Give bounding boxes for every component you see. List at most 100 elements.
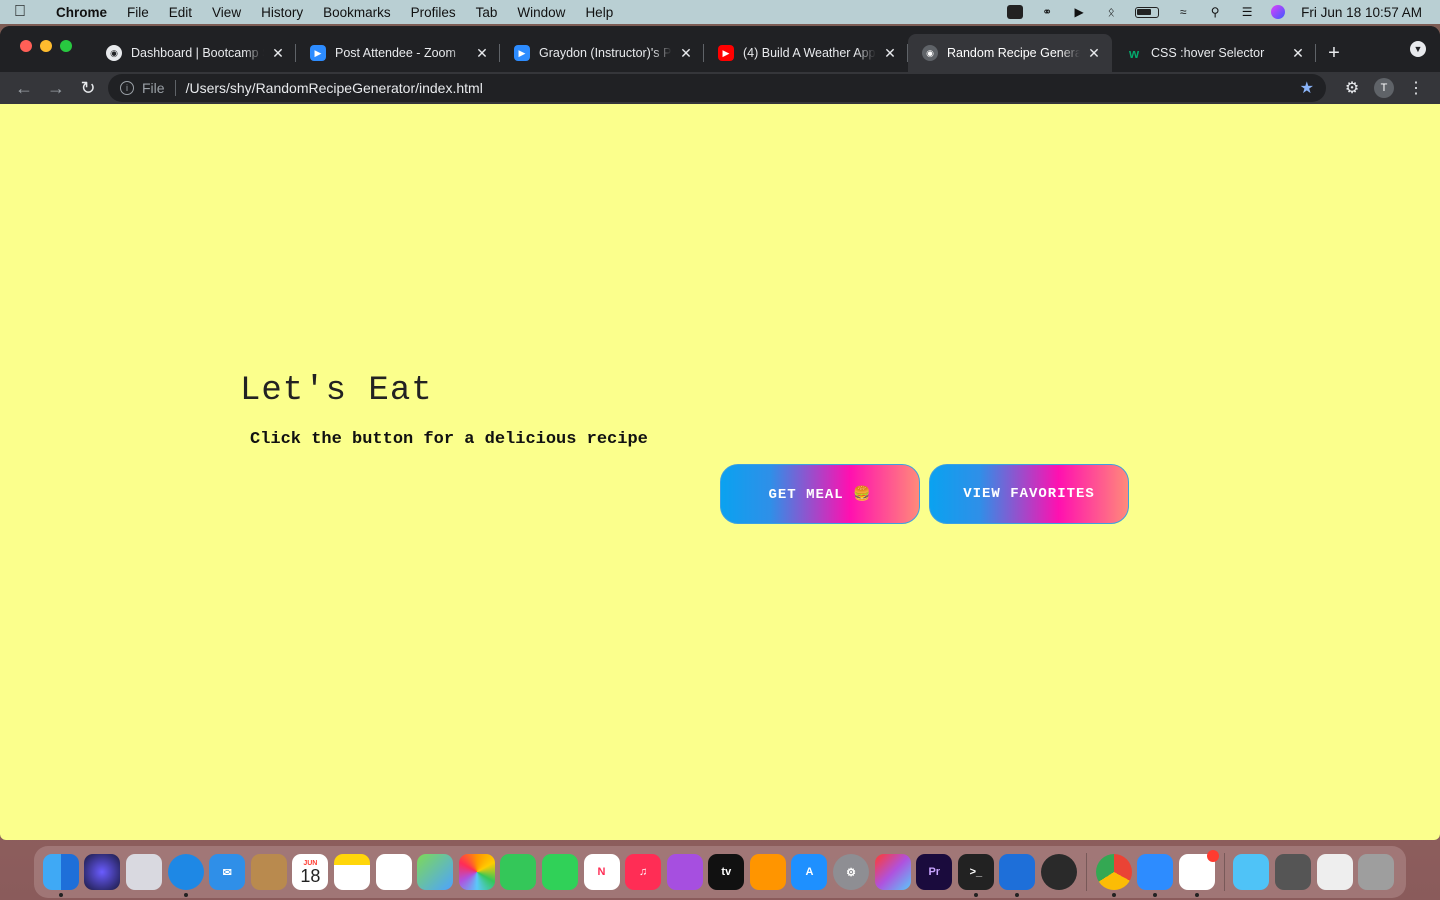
news-icon[interactable]: N: [583, 854, 620, 890]
tab-strip: ◉ Dashboard | Bootcamp Spot ✕ ▶ Post Att…: [0, 26, 1440, 72]
extensions-puzzle-icon[interactable]: ⚙: [1336, 74, 1368, 102]
tab-dashboard[interactable]: ◉ Dashboard | Bootcamp Spot ✕: [92, 34, 296, 72]
macos-dock: ✉ JUN 18 N ♫ tv A ⚙ Pr >_: [34, 846, 1406, 898]
apple-menu-icon[interactable]: : [0, 3, 40, 21]
safari-icon[interactable]: [167, 854, 204, 897]
apple-tv-icon[interactable]: tv: [708, 854, 745, 890]
books-icon[interactable]: [749, 854, 786, 890]
close-tab-icon[interactable]: ✕: [882, 45, 898, 62]
tab-css-hover-selector[interactable]: w CSS :hover Selector ✕: [1112, 34, 1316, 72]
tab-title: CSS :hover Selector: [1151, 46, 1265, 60]
messages-icon[interactable]: [500, 854, 537, 890]
close-tab-icon[interactable]: ✕: [270, 45, 286, 62]
app-store-icon[interactable]: A: [791, 854, 828, 890]
creative-cloud-tray-icon[interactable]: ⚭: [1039, 5, 1055, 19]
slack-icon[interactable]: [1178, 850, 1219, 897]
menu-help[interactable]: Help: [575, 5, 623, 20]
menubar-status-area: ⚭ ▶ ᛟ ≈ ⚲ ☰ Fri Jun 18 10:57 AM: [1007, 5, 1440, 20]
finder-icon[interactable]: [42, 854, 79, 897]
macos-menubar:  Chrome File Edit View History Bookmark…: [0, 0, 1440, 24]
menu-window[interactable]: Window: [507, 5, 575, 20]
profile-button[interactable]: T: [1368, 74, 1400, 102]
bluetooth-icon[interactable]: ᛟ: [1103, 5, 1119, 19]
view-favorites-button[interactable]: VIEW FAVORITES: [929, 464, 1129, 524]
spotlight-search-icon[interactable]: ⚲: [1207, 5, 1223, 19]
battery-icon[interactable]: [1135, 6, 1160, 18]
vscode-icon[interactable]: [999, 854, 1036, 897]
tab-random-recipe-generator[interactable]: ◉ Random Recipe Generator ✕: [908, 34, 1112, 72]
browser-toolbar: ← → ↻ i File /Users/shy/RandomRecipeGene…: [0, 72, 1440, 104]
dock-separator: [1085, 853, 1087, 891]
menu-edit[interactable]: Edit: [159, 5, 202, 20]
page-icon: ◉: [922, 45, 938, 61]
maps-icon[interactable]: [417, 854, 454, 890]
reminders-icon[interactable]: [375, 854, 412, 890]
menu-history[interactable]: History: [251, 5, 313, 20]
kebab-menu-icon[interactable]: ⋮: [1400, 74, 1432, 102]
forward-arrow-icon[interactable]: →: [40, 74, 72, 102]
launchpad-icon[interactable]: [125, 854, 162, 890]
chrome-icon[interactable]: [1095, 854, 1132, 897]
window-controls: [20, 40, 72, 52]
close-tab-icon[interactable]: ✕: [1086, 45, 1102, 62]
tab-search-chevron-icon[interactable]: ▼: [1410, 41, 1426, 57]
tab-post-attendee-zoom[interactable]: ▶ Post Attendee - Zoom ✕: [296, 34, 500, 72]
siri-icon[interactable]: [1271, 5, 1286, 19]
address-bar[interactable]: i File /Users/shy/RandomRecipeGenerator/…: [108, 74, 1326, 102]
notes-icon[interactable]: [333, 854, 370, 890]
menu-bookmarks[interactable]: Bookmarks: [313, 5, 401, 20]
menu-file[interactable]: File: [117, 5, 159, 20]
folder-icon[interactable]: [1233, 854, 1270, 890]
calendar-day: 18: [300, 865, 321, 886]
close-tab-icon[interactable]: ✕: [474, 45, 490, 62]
page-viewport: Let's Eat Click the button for a delicio…: [0, 104, 1440, 840]
menubar-clock[interactable]: Fri Jun 18 10:57 AM: [1301, 5, 1422, 20]
zoom-tray-icon[interactable]: [1007, 5, 1024, 19]
podcasts-icon[interactable]: [666, 854, 703, 890]
close-tab-icon[interactable]: ✕: [678, 45, 694, 62]
info-icon[interactable]: i: [120, 81, 134, 95]
facetime-icon[interactable]: [541, 854, 578, 890]
wifi-icon[interactable]: ≈: [1175, 5, 1191, 19]
window-maximize-button[interactable]: [60, 40, 72, 52]
terminal-icon[interactable]: >_: [957, 854, 994, 897]
menu-profiles[interactable]: Profiles: [401, 5, 466, 20]
play-tray-icon[interactable]: ▶: [1071, 5, 1087, 19]
contacts-icon[interactable]: [250, 854, 287, 890]
creative-cloud-icon[interactable]: [874, 854, 911, 890]
system-preferences-icon[interactable]: ⚙: [833, 854, 870, 890]
reload-icon[interactable]: ↻: [72, 74, 104, 102]
avatar: T: [1374, 78, 1394, 98]
window-minimize-button[interactable]: [40, 40, 52, 52]
tab-title: Post Attendee - Zoom: [335, 46, 456, 60]
quicktime-icon[interactable]: [1041, 854, 1078, 890]
new-tab-button[interactable]: +: [1316, 34, 1352, 72]
get-meal-button[interactable]: GET MEAL 🍔: [720, 464, 920, 524]
window-close-button[interactable]: [20, 40, 32, 52]
page-title: Let's Eat: [240, 372, 433, 410]
tab-graydon-meeting[interactable]: ▶ Graydon (Instructor)'s Personal Meetin…: [500, 34, 704, 72]
tab-weather-app-youtube[interactable]: ▶ (4) Build A Weather App ✕: [704, 34, 908, 72]
menu-tab[interactable]: Tab: [466, 5, 508, 20]
photos-icon[interactable]: [458, 854, 495, 890]
premiere-pro-icon[interactable]: Pr: [916, 854, 953, 890]
tab-title: Random Recipe Generator: [947, 46, 1080, 60]
music-icon[interactable]: ♫: [625, 854, 662, 890]
back-arrow-icon[interactable]: ←: [8, 74, 40, 102]
calendar-icon[interactable]: JUN 18: [292, 854, 329, 890]
url-scheme-label: File: [142, 80, 176, 96]
trash-icon[interactable]: [1358, 854, 1395, 890]
url-text[interactable]: /Users/shy/RandomRecipeGenerator/index.h…: [186, 80, 1300, 96]
screenshot-stack-icon[interactable]: [1275, 854, 1312, 890]
siri-app-icon[interactable]: [84, 854, 121, 890]
zoom-dock-icon[interactable]: [1137, 854, 1174, 897]
notification-badge: [1206, 850, 1219, 862]
control-center-icon[interactable]: ☰: [1239, 5, 1255, 19]
menu-view[interactable]: View: [202, 5, 251, 20]
close-tab-icon[interactable]: ✕: [1290, 45, 1306, 62]
bookmark-star-icon[interactable]: ★: [1300, 78, 1314, 98]
mail-icon[interactable]: ✉: [209, 854, 246, 890]
zoom-icon: ▶: [310, 45, 326, 61]
menu-app-name[interactable]: Chrome: [40, 5, 117, 20]
document-stack-icon[interactable]: [1316, 854, 1353, 890]
